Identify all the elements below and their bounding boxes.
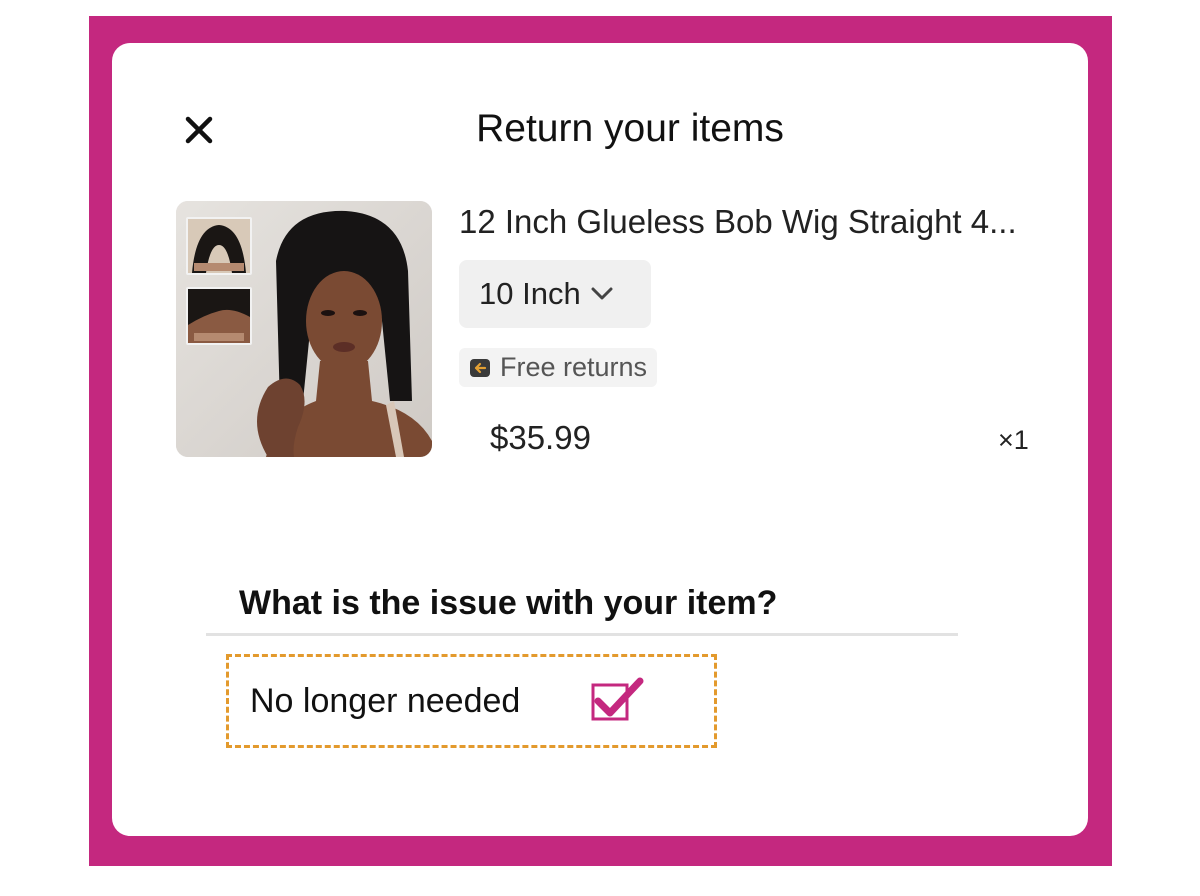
dialog-title: Return your items [476, 107, 784, 150]
product-price: $35.99 [490, 419, 591, 456]
product-quantity: ×1 [998, 425, 1029, 455]
size-selector[interactable]: 10 Inch [459, 260, 651, 328]
reason-option-label: No longer needed [250, 681, 521, 720]
product-image [176, 201, 432, 457]
return-box-icon [470, 358, 490, 377]
highlight-frame: Return your items 12 Inch Glueless Bob W… [89, 16, 1112, 866]
checkbox-checked-icon[interactable] [590, 675, 648, 725]
thumbnail-hairline-top [186, 217, 252, 275]
return-dialog: Return your items 12 Inch Glueless Bob W… [112, 43, 1088, 836]
free-returns-badge: Free returns [459, 348, 658, 387]
reason-option-no-longer-needed[interactable]: No longer needed [226, 654, 717, 748]
size-selector-value: 10 Inch [479, 276, 581, 311]
product-name: 12 Inch Glueless Bob Wig Straight 4... [459, 203, 1017, 240]
chevron-down-icon [591, 287, 613, 300]
divider [206, 633, 958, 636]
issue-question: What is the issue with your item? [239, 584, 778, 622]
free-returns-label: Free returns [500, 352, 648, 382]
thumbnail-hairline-close [186, 287, 252, 345]
